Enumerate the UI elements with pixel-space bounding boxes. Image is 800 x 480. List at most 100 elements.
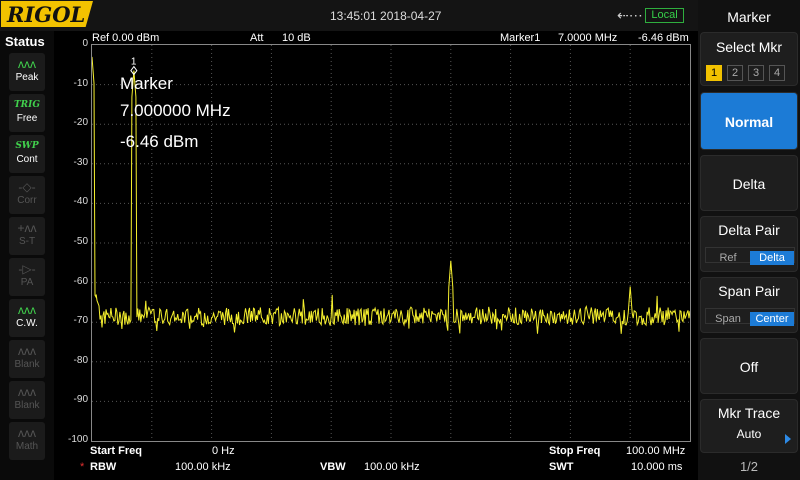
span-pair-span[interactable]: Span — [706, 312, 750, 326]
rbw-value[interactable]: 100.00 kHz — [175, 461, 231, 473]
select-mkr-button[interactable]: Select Mkr 1234 — [700, 32, 798, 86]
status-item-corr[interactable]: -◇- Corr — [9, 176, 45, 214]
y-tick-label: -70 — [73, 315, 88, 327]
delta-pair-button[interactable]: Delta Pair Ref Delta — [700, 216, 798, 272]
menu-page-indicator[interactable]: 1/2 — [698, 459, 800, 474]
datetime: 13:45:01 2018-04-27 — [330, 9, 442, 23]
status-item-label: Peak — [15, 72, 39, 83]
marker-number-label: 1 — [131, 57, 137, 68]
status-title: Status — [5, 34, 45, 49]
menu-title: Marker — [727, 9, 771, 25]
mkr-trace-label: Mkr Trace — [717, 405, 781, 421]
marker-select-4[interactable]: 4 — [769, 65, 785, 81]
att-value: 10 dB — [282, 32, 311, 44]
y-tick-label: -20 — [73, 117, 88, 129]
off-label: Off — [739, 359, 759, 375]
marker-header-freq: 7.0000 MHz — [558, 32, 618, 44]
ref-level: Ref 0.00 dBm — [92, 32, 160, 44]
marker-header-level: -6.46 dBm — [638, 32, 689, 44]
status-item-cw[interactable]: ᴧᴧᴧ C.W. — [9, 299, 45, 337]
y-tick-label: -100 — [67, 434, 88, 445]
normal-button[interactable]: Normal — [700, 92, 798, 150]
top-bar: RIGOL 13:45:01 2018-04-27 ⇠⋯ Local — [0, 0, 698, 31]
status-item-label: C.W. — [16, 318, 38, 329]
delta-label: Delta — [732, 176, 766, 192]
status-item-label: Free — [16, 113, 38, 124]
pa-icon: -▷- — [18, 262, 36, 276]
delta-button[interactable]: Delta — [700, 155, 798, 211]
status-item-blank[interactable]: ᴧᴧᴧ Blank — [9, 381, 45, 419]
span-pair-label: Span Pair — [718, 283, 780, 299]
mkr-trace-value: Auto — [736, 427, 762, 441]
status-item-label: Cont — [16, 154, 38, 165]
status-item-math[interactable]: ᴧᴧᴧ Math — [9, 422, 45, 460]
select-mkr-label: Select Mkr — [715, 39, 783, 55]
status-item-label: S-T — [18, 236, 36, 247]
vbw-label: VBW — [320, 461, 346, 473]
marker-readout-freq: 7.000000 MHz — [120, 101, 231, 120]
status-item-label: Corr — [17, 195, 37, 206]
y-tick-label: -90 — [73, 394, 88, 406]
blank1-icon: ᴧᴧᴧ — [18, 344, 36, 358]
usb-icon: ⇠⋯ — [617, 7, 643, 23]
marker-readout-level: -6.46 dBm — [120, 132, 199, 151]
status-item-cont[interactable]: SWP Cont — [9, 135, 45, 173]
y-tick-label: -50 — [73, 236, 88, 247]
y-tick-label: -80 — [73, 354, 88, 366]
marker-header-label: Marker1 — [500, 32, 541, 44]
status-item-blank[interactable]: ᴧᴧᴧ Blank — [9, 340, 45, 378]
status-panel: Status ᴧᴧᴧ Peak TRIG Free SWP Cont -◇- Corr +ᴧᴧ S… — [0, 31, 54, 480]
start-freq-value[interactable]: 0 Hz — [212, 445, 235, 457]
span-pair-center[interactable]: Center — [750, 312, 794, 326]
spectrum-trace — [92, 56, 690, 334]
local-badge[interactable]: Local — [645, 8, 684, 23]
status-item-free[interactable]: TRIG Free — [9, 94, 45, 132]
status-item-label: PA — [20, 277, 34, 288]
y-tick-label: 0 — [82, 38, 88, 49]
status-item-label: Blank — [14, 359, 40, 370]
marker-select-3[interactable]: 3 — [748, 65, 764, 81]
delta-pair-ref[interactable]: Ref — [706, 251, 750, 265]
cw-icon: ᴧᴧᴧ — [18, 303, 36, 317]
start-freq-label: Start Freq — [90, 445, 142, 457]
marker-select-2[interactable]: 2 — [727, 65, 743, 81]
rbw-label: RBW — [90, 461, 117, 473]
delta-pair-delta[interactable]: Delta — [750, 251, 794, 265]
span-pair-button[interactable]: Span Pair Span Center — [700, 277, 798, 333]
swt-label: SWT — [549, 461, 574, 473]
trig-icon: TRIG — [13, 100, 41, 110]
delta-pair-label: Delta Pair — [718, 222, 780, 238]
blank2-icon: ᴧᴧᴧ — [18, 385, 36, 399]
marker-select-1[interactable]: 1 — [706, 65, 722, 81]
submenu-arrow-icon — [785, 434, 791, 444]
status-item-peak[interactable]: ᴧᴧᴧ Peak — [9, 53, 45, 91]
y-tick-label: -40 — [73, 196, 88, 208]
math-icon: ᴧᴧᴧ — [18, 426, 36, 440]
status-item-pa[interactable]: -▷- PA — [9, 258, 45, 296]
status-item-label: Blank — [14, 400, 40, 411]
rigol-logo: RIGOL — [1, 1, 93, 27]
y-tick-label: -10 — [73, 77, 88, 89]
y-tick-label: -30 — [73, 156, 88, 168]
normal-label: Normal — [724, 114, 774, 130]
swp-icon: SWP — [15, 141, 39, 151]
mkr-trace-button[interactable]: Mkr Trace Auto — [700, 399, 798, 453]
brand-text: RIGOL — [7, 2, 86, 27]
off-button[interactable]: Off — [700, 338, 798, 394]
peak-icon: ᴧᴧᴧ — [18, 57, 36, 71]
stop-freq-value[interactable]: 100.00 MHz — [626, 445, 685, 457]
corr-icon: -◇- — [18, 180, 36, 194]
delta-pair-toggle[interactable]: Ref Delta — [705, 247, 795, 265]
marker-menu: Marker Select Mkr 1234 Normal Delta Delt… — [698, 0, 800, 480]
st-icon: +ᴧᴧ — [17, 221, 37, 235]
rbw-manual-star: * — [80, 461, 85, 473]
span-pair-toggle[interactable]: Span Center — [705, 308, 795, 326]
y-tick-label: -60 — [73, 275, 88, 287]
status-item-st[interactable]: +ᴧᴧ S-T — [9, 217, 45, 255]
vbw-value[interactable]: 100.00 kHz — [364, 461, 420, 473]
att-label: Att — [250, 32, 264, 44]
marker-readout-title: Marker — [120, 74, 173, 93]
stop-freq-label: Stop Freq — [549, 445, 601, 457]
swt-value[interactable]: 10.000 ms — [631, 461, 682, 473]
status-item-label: Math — [15, 441, 39, 452]
